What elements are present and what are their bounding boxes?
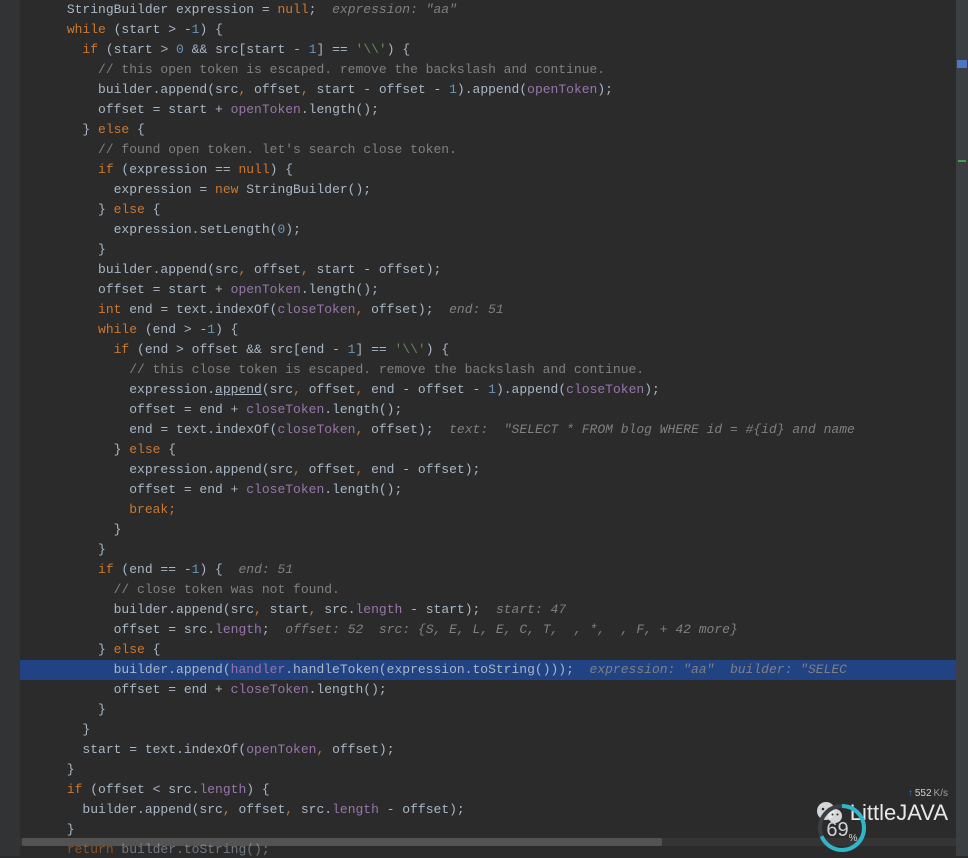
- code-line: offset = start + openToken.length();: [20, 100, 956, 120]
- code-line: offset = end + closeToken.length();: [20, 480, 956, 500]
- code-line: }: [20, 720, 956, 740]
- code-line: // found open token. let's search close …: [20, 140, 956, 160]
- code-line: while (end > -1) {: [20, 320, 956, 340]
- code-line: offset = end + closeToken.length();: [20, 400, 956, 420]
- upload-speed: 552: [915, 788, 932, 799]
- code-line: StringBuilder expression = null; express…: [20, 0, 956, 20]
- code-line: offset = start + openToken.length();: [20, 280, 956, 300]
- code-line: } else {: [20, 640, 956, 660]
- code-line: expression.append(src, offset, end - off…: [20, 380, 956, 400]
- code-line: if (expression == null) {: [20, 160, 956, 180]
- code-line-current: builder.append(handler.handleToken(expre…: [20, 660, 956, 680]
- code-line: start = text.indexOf(openToken, offset);: [20, 740, 956, 760]
- cpu-gauge: 69%: [816, 802, 868, 854]
- code-line: if (offset < src.length) {: [20, 780, 956, 800]
- code-editor[interactable]: StringBuilder expression = null; express…: [20, 0, 956, 856]
- code-line: while (start > -1) {: [20, 20, 956, 40]
- network-speed-widget: ↑ 552 K/s: [908, 788, 948, 799]
- code-line: if (end == -1) { end: 51: [20, 560, 956, 580]
- code-line: } else {: [20, 120, 956, 140]
- gauge-value: 69: [826, 819, 848, 841]
- code-line: int end = text.indexOf(closeToken, offse…: [20, 300, 956, 320]
- code-line: }: [20, 700, 956, 720]
- upload-arrow-icon: ↑: [908, 788, 913, 799]
- code-line: builder.append(src, offset, start - offs…: [20, 80, 956, 100]
- code-line: if (start > 0 && src[start - 1] == '\\')…: [20, 40, 956, 60]
- code-line: // this close token is escaped. remove t…: [20, 360, 956, 380]
- code-line: offset = src.length; offset: 52 src: {S,…: [20, 620, 956, 640]
- code-line: } else {: [20, 440, 956, 460]
- code-line: builder.append(src, offset, start - offs…: [20, 260, 956, 280]
- code-line: expression.setLength(0);: [20, 220, 956, 240]
- code-line: }: [20, 540, 956, 560]
- code-line: // this open token is escaped. remove th…: [20, 60, 956, 80]
- gutter: [0, 0, 20, 856]
- code-line: end = text.indexOf(closeToken, offset); …: [20, 420, 956, 440]
- code-line: } else {: [20, 200, 956, 220]
- code-line: }: [20, 240, 956, 260]
- code-line: expression = new StringBuilder();: [20, 180, 956, 200]
- horizontal-scrollbar-thumb[interactable]: [22, 838, 662, 846]
- upload-unit: K/s: [934, 788, 948, 799]
- code-line: break;: [20, 500, 956, 520]
- editor-marker-track[interactable]: [956, 0, 968, 856]
- code-line: // close token was not found.: [20, 580, 956, 600]
- code-line: builder.append(src, start, src.length - …: [20, 600, 956, 620]
- marker-warning-icon[interactable]: [957, 60, 967, 68]
- code-line: }: [20, 760, 956, 780]
- marker-ok-icon[interactable]: [958, 160, 966, 162]
- gauge-unit: %: [849, 833, 858, 844]
- code-line: offset = end + closeToken.length();: [20, 680, 956, 700]
- code-line: expression.append(src, offset, end - off…: [20, 460, 956, 480]
- code-line: if (end > offset && src[end - 1] == '\\'…: [20, 340, 956, 360]
- code-line: }: [20, 520, 956, 540]
